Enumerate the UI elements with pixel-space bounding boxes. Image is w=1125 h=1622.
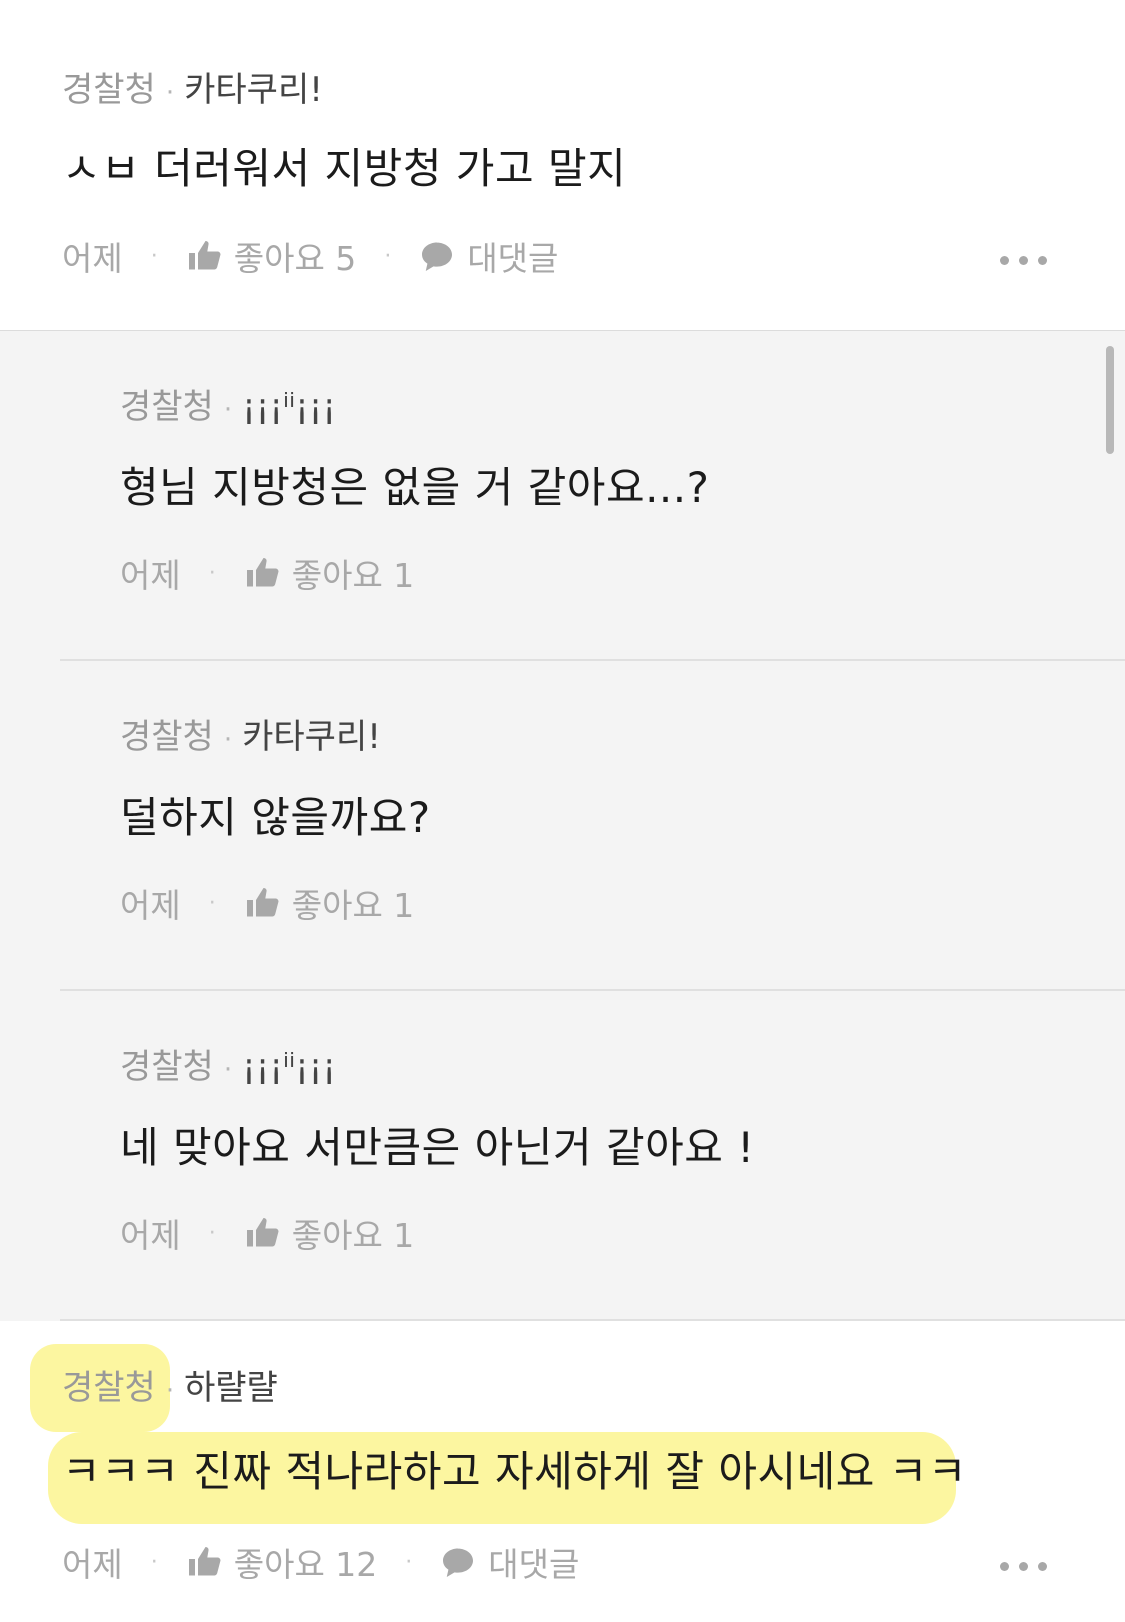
like-label: 좋아요 1 (291, 556, 415, 595)
reply-divider (60, 989, 1125, 991)
comment-actions: 어제 · 좋아요 5 · 대댓글 (62, 232, 558, 280)
reply-button[interactable]: 대댓글 (440, 1538, 579, 1586)
comment-actions: 어제 · 좋아요 1 (120, 549, 414, 597)
action-separator: · (405, 1549, 413, 1575)
comment-time: 어제 (120, 886, 181, 925)
like-button[interactable]: 좋아요 5 (186, 232, 357, 280)
author-nickname[interactable]: 하랼랼 (184, 1368, 278, 1408)
action-separator: · (384, 243, 392, 269)
comment-text: ㅋㅋㅋ 진짜 적나라하고 자세하게 잘 아시네요 ㅋㅋ (62, 1447, 968, 1496)
comment-time: 어제 (62, 1545, 123, 1584)
like-button[interactable]: 좋아요 1 (244, 549, 415, 597)
author-nickname[interactable]: ¡¡¡ⁱⁱ¡¡¡ (242, 1047, 336, 1087)
comment-meta: 경찰청 · 카타쿠리! (62, 62, 323, 111)
meta-separator: · (223, 1055, 233, 1085)
like-label: 좋아요 12 (233, 1545, 378, 1584)
speech-bubble-icon (422, 242, 453, 271)
thumbs-up-icon (188, 241, 221, 270)
meta-separator: · (165, 1376, 175, 1406)
comment-meta: 경찰청 · ¡¡¡ⁱⁱ¡¡¡ (120, 379, 336, 428)
reply-thread: 경찰청 · ¡¡¡ⁱⁱ¡¡¡ 형님 지방청은 없을 거 같아요...? 어제 · 좋… (0, 330, 1125, 1321)
scrollbar[interactable] (1106, 346, 1114, 454)
like-button[interactable]: 좋아요 1 (244, 1209, 415, 1257)
like-button[interactable]: 좋아요 12 (186, 1538, 378, 1586)
thumbs-up-icon (246, 558, 279, 587)
more-dots-icon[interactable] (1000, 256, 1047, 265)
thumbs-up-icon (246, 1218, 279, 1247)
comment-text: 형님 지방청은 없을 거 같아요...? (120, 463, 710, 512)
meta-separator: · (165, 78, 175, 108)
comment-meta: 경찰청 · 하랼랼 (62, 1360, 278, 1409)
action-separator: · (150, 1549, 158, 1575)
more-dots-icon[interactable] (1000, 1562, 1047, 1571)
thumbs-up-icon (246, 888, 279, 917)
author-nickname[interactable]: ¡¡¡ⁱⁱ¡¡¡ (242, 387, 336, 427)
author-group: 경찰청 (120, 1047, 214, 1087)
like-button[interactable]: 좋아요 1 (244, 879, 415, 927)
comment-time: 어제 (120, 556, 181, 595)
comment-time: 어제 (120, 1216, 181, 1255)
comment-actions: 어제 · 좋아요 1 (120, 879, 414, 927)
comment-actions: 어제 · 좋아요 12 · 대댓글 (62, 1538, 579, 1586)
reply-divider (60, 659, 1125, 661)
meta-separator: · (223, 395, 233, 425)
like-label: 좋아요 1 (291, 886, 415, 925)
reply-label: 대댓글 (488, 1545, 580, 1584)
reply-label: 대댓글 (467, 239, 559, 278)
thumbs-up-icon (188, 1547, 221, 1576)
author-nickname[interactable]: 카타쿠리! (242, 717, 381, 757)
author-nickname[interactable]: 카타쿠리! (184, 70, 323, 110)
comment: 경찰청 · 카타쿠리! ㅅㅂ 더러워서 지방청 가고 말지 어제 · 좋아요 5 ·… (0, 0, 1125, 330)
author-group: 경찰청 (62, 70, 156, 110)
comment-meta: 경찰청 · ¡¡¡ⁱⁱ¡¡¡ (120, 1039, 336, 1088)
action-separator: · (150, 243, 158, 269)
action-separator: · (208, 890, 216, 916)
like-label: 좋아요 1 (291, 1216, 415, 1255)
comment-meta: 경찰청 · 카타쿠리! (120, 709, 381, 758)
comment-time: 어제 (62, 239, 123, 278)
comment-actions: 어제 · 좋아요 1 (120, 1209, 414, 1257)
author-group: 경찰청 (120, 717, 214, 757)
comment-text: 덜하지 않을까요? (120, 793, 431, 842)
comment-text: ㅅㅂ 더러워서 지방청 가고 말지 (62, 144, 627, 193)
speech-bubble-icon (443, 1548, 474, 1577)
meta-separator: · (223, 725, 233, 755)
author-group: 경찰청 (62, 1368, 156, 1408)
reply-button[interactable]: 대댓글 (419, 232, 558, 280)
author-group: 경찰청 (120, 387, 214, 427)
comment-text: 네 맞아요 서만큼은 아닌거 같아요 ! (120, 1123, 755, 1172)
like-label: 좋아요 5 (233, 239, 357, 278)
action-separator: · (208, 1220, 216, 1246)
comment: 경찰청 · 하랼랼 ㅋㅋㅋ 진짜 적나라하고 자세하게 잘 아시네요 ㅋㅋ 어제 ·… (0, 1320, 1125, 1622)
action-separator: · (208, 560, 216, 586)
